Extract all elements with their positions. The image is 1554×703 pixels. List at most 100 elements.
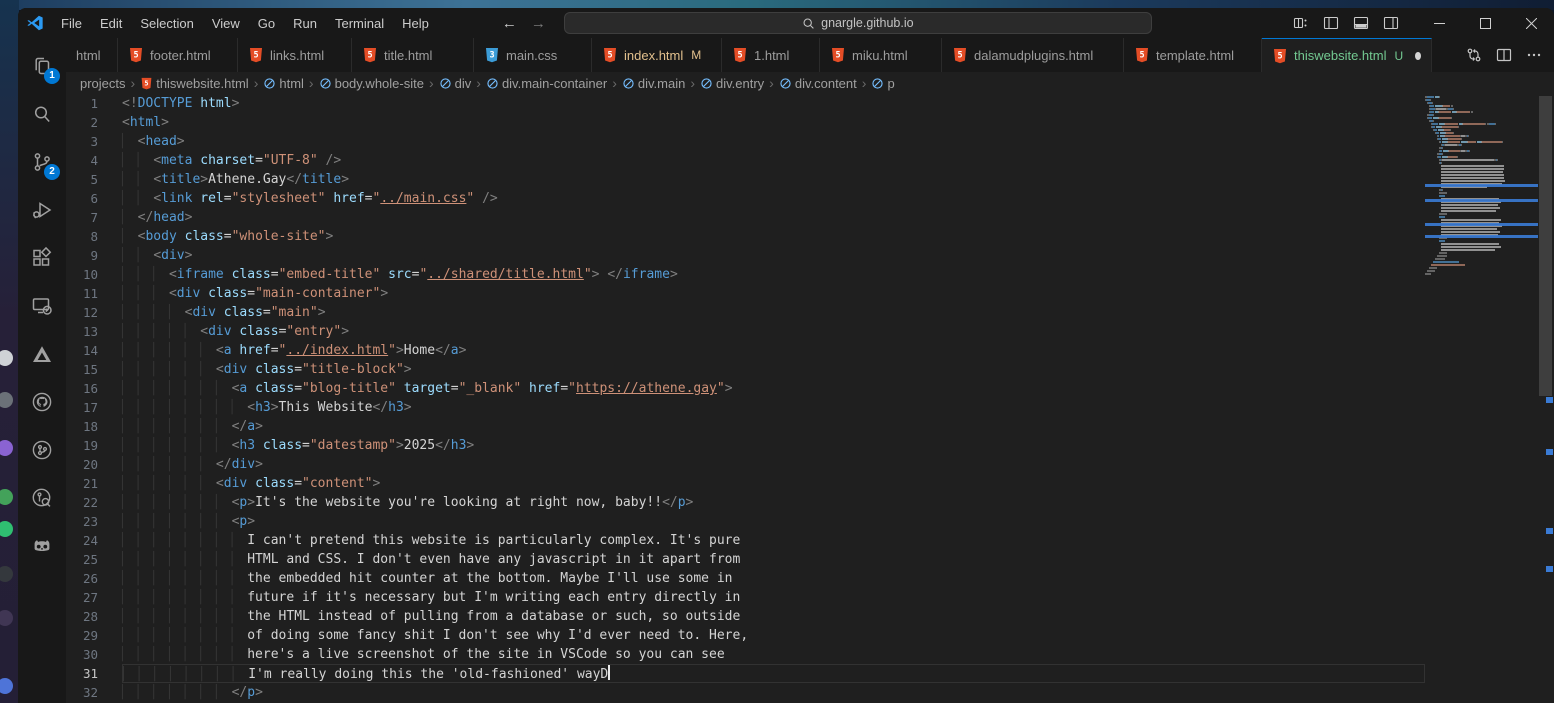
code-line[interactable]: 23▏ ▏ ▏ ▏ ▏ ▏ ▏ <p> xyxy=(66,512,1425,531)
line-number[interactable]: 23 xyxy=(66,512,122,531)
code-line[interactable]: 24▏ ▏ ▏ ▏ ▏ ▏ ▏ ▏ I can't pretend this w… xyxy=(66,531,1425,550)
code-line[interactable]: 20▏ ▏ ▏ ▏ ▏ ▏ </div> xyxy=(66,455,1425,474)
gitlens-icon[interactable] xyxy=(18,426,66,474)
toggle-panel-icon[interactable] xyxy=(1350,12,1372,34)
tab-thiswebsite-html[interactable]: 5thiswebsite.htmlU xyxy=(1262,38,1432,72)
triangle-extension-icon[interactable] xyxy=(18,330,66,378)
code-line[interactable]: 32▏ ▏ ▏ ▏ ▏ ▏ ▏ </p> xyxy=(66,683,1425,702)
code-area[interactable]: 1<!DOCTYPE html>2<html>3▏ <head>4▏ ▏ <me… xyxy=(66,94,1425,703)
code-line[interactable]: 22▏ ▏ ▏ ▏ ▏ ▏ ▏ <p>It's the website you'… xyxy=(66,493,1425,512)
line-number[interactable]: 29 xyxy=(66,626,122,645)
code-line[interactable]: 13▏ ▏ ▏ ▏ ▏ <div class="entry"> xyxy=(66,322,1425,341)
line-number[interactable]: 27 xyxy=(66,588,122,607)
run-and-debug-icon[interactable] xyxy=(18,186,66,234)
remote-explorer-icon[interactable] xyxy=(18,282,66,330)
line-number[interactable]: 25 xyxy=(66,550,122,569)
breadcrumb-projects[interactable]: projects xyxy=(80,76,126,91)
line-number[interactable]: 2 xyxy=(66,113,122,132)
breadcrumb-div-main-container[interactable]: div.main-container xyxy=(486,76,607,91)
breadcrumb-div[interactable]: div xyxy=(439,76,472,91)
breadcrumb-div-entry[interactable]: div.entry xyxy=(700,76,764,91)
code-line[interactable]: 15▏ ▏ ▏ ▏ ▏ ▏ <div class="title-block"> xyxy=(66,360,1425,379)
code-line[interactable]: 17▏ ▏ ▏ ▏ ▏ ▏ ▏ ▏ <h3>This Website</h3> xyxy=(66,398,1425,417)
code-line[interactable]: 31▏ ▏ ▏ ▏ ▏ ▏ ▏ ▏ I'm really doing this … xyxy=(66,664,1425,683)
line-number[interactable]: 1 xyxy=(66,94,122,113)
line-number[interactable]: 28 xyxy=(66,607,122,626)
vscode-logo-icon[interactable] xyxy=(18,14,52,32)
code-line[interactable]: 26▏ ▏ ▏ ▏ ▏ ▏ ▏ ▏ the embedded hit count… xyxy=(66,569,1425,588)
nav-forward-button[interactable]: → xyxy=(531,15,546,32)
explorer-icon[interactable]: 1 xyxy=(18,42,66,90)
more-actions-icon[interactable] xyxy=(1526,47,1542,63)
line-number[interactable]: 13 xyxy=(66,322,122,341)
line-number[interactable]: 11 xyxy=(66,284,122,303)
breadcrumb-div-content[interactable]: div.content xyxy=(779,76,857,91)
breadcrumb-div-main[interactable]: div.main xyxy=(622,76,685,91)
toggle-secondary-sidebar-icon[interactable] xyxy=(1380,12,1402,34)
tab-html[interactable]: html xyxy=(66,38,118,72)
github-icon[interactable] xyxy=(18,378,66,426)
line-number[interactable]: 26 xyxy=(66,569,122,588)
line-number[interactable]: 31 xyxy=(66,664,122,683)
code-line[interactable]: 6▏ ▏ <link rel="stylesheet" href="../mai… xyxy=(66,189,1425,208)
command-center[interactable]: gnargle.github.io xyxy=(564,12,1152,34)
tab-title-html[interactable]: 5title.html xyxy=(352,38,474,72)
code-line[interactable]: 11▏ ▏ ▏ <div class="main-container"> xyxy=(66,284,1425,303)
source-control-icon[interactable]: 2 xyxy=(18,138,66,186)
line-number[interactable]: 19 xyxy=(66,436,122,455)
line-number[interactable]: 32 xyxy=(66,683,122,702)
line-number[interactable]: 30 xyxy=(66,645,122,664)
breadcrumb-p[interactable]: p xyxy=(871,76,894,91)
code-line[interactable]: 8▏ <body class="whole-site"> xyxy=(66,227,1425,246)
tab-links-html[interactable]: 5links.html xyxy=(238,38,352,72)
code-line[interactable]: 2<html> xyxy=(66,113,1425,132)
code-line[interactable]: 19▏ ▏ ▏ ▏ ▏ ▏ ▏ <h3 class="datestamp">20… xyxy=(66,436,1425,455)
code-line[interactable]: 27▏ ▏ ▏ ▏ ▏ ▏ ▏ ▏ future if it's necessa… xyxy=(66,588,1425,607)
line-number[interactable]: 17 xyxy=(66,398,122,417)
menu-selection[interactable]: Selection xyxy=(131,13,202,34)
line-number[interactable]: 8 xyxy=(66,227,122,246)
split-editor-icon[interactable] xyxy=(1496,47,1512,63)
line-number[interactable]: 20 xyxy=(66,455,122,474)
line-number[interactable]: 4 xyxy=(66,151,122,170)
code-line[interactable]: 3▏ <head> xyxy=(66,132,1425,151)
line-number[interactable]: 18 xyxy=(66,417,122,436)
line-number[interactable]: 12 xyxy=(66,303,122,322)
code-line[interactable]: 7▏ </head> xyxy=(66,208,1425,227)
editor-scrollbar[interactable] xyxy=(1538,94,1554,703)
line-number[interactable]: 7 xyxy=(66,208,122,227)
code-line[interactable]: 25▏ ▏ ▏ ▏ ▏ ▏ ▏ ▏ HTML and CSS. I don't … xyxy=(66,550,1425,569)
code-line[interactable]: 30▏ ▏ ▏ ▏ ▏ ▏ ▏ ▏ here's a live screensh… xyxy=(66,645,1425,664)
tab-template-html[interactable]: 5template.html xyxy=(1124,38,1262,72)
open-changes-icon[interactable] xyxy=(1466,47,1482,63)
breadcrumb-body-whole-site[interactable]: body.whole-site xyxy=(319,76,424,91)
maximize-button[interactable] xyxy=(1462,8,1508,38)
tab-index-html[interactable]: 5index.htmlM xyxy=(592,38,722,72)
tab-1-html[interactable]: 51.html xyxy=(722,38,820,72)
line-number[interactable]: 24 xyxy=(66,531,122,550)
tab-main-css[interactable]: 3main.css xyxy=(474,38,592,72)
menu-edit[interactable]: Edit xyxy=(91,13,131,34)
toggle-primary-sidebar-icon[interactable] xyxy=(1320,12,1342,34)
code-line[interactable]: 16▏ ▏ ▏ ▏ ▏ ▏ ▏ <a class="blog-title" ta… xyxy=(66,379,1425,398)
line-number[interactable]: 10 xyxy=(66,265,122,284)
minimize-button[interactable] xyxy=(1416,8,1462,38)
nav-back-button[interactable]: ← xyxy=(502,15,517,32)
code-line[interactable]: 9▏ ▏ <div> xyxy=(66,246,1425,265)
line-number[interactable]: 21 xyxy=(66,474,122,493)
gitlens-search-icon[interactable] xyxy=(18,474,66,522)
line-number[interactable]: 5 xyxy=(66,170,122,189)
scrollbar-slider[interactable] xyxy=(1539,96,1552,396)
line-number[interactable]: 16 xyxy=(66,379,122,398)
search-icon[interactable] xyxy=(18,90,66,138)
menu-run[interactable]: Run xyxy=(284,13,326,34)
line-number[interactable]: 6 xyxy=(66,189,122,208)
line-number[interactable]: 14 xyxy=(66,341,122,360)
tab-dalamudplugins-html[interactable]: 5dalamudplugins.html xyxy=(942,38,1124,72)
close-button[interactable] xyxy=(1508,8,1554,38)
breadcrumb-file[interactable]: 5thiswebsite.html xyxy=(140,76,248,91)
code-line[interactable]: 28▏ ▏ ▏ ▏ ▏ ▏ ▏ ▏ the HTML instead of pu… xyxy=(66,607,1425,626)
code-line[interactable]: 12▏ ▏ ▏ ▏ <div class="main"> xyxy=(66,303,1425,322)
line-number[interactable]: 3 xyxy=(66,132,122,151)
code-line[interactable]: 10▏ ▏ ▏ <iframe class="embed-title" src=… xyxy=(66,265,1425,284)
